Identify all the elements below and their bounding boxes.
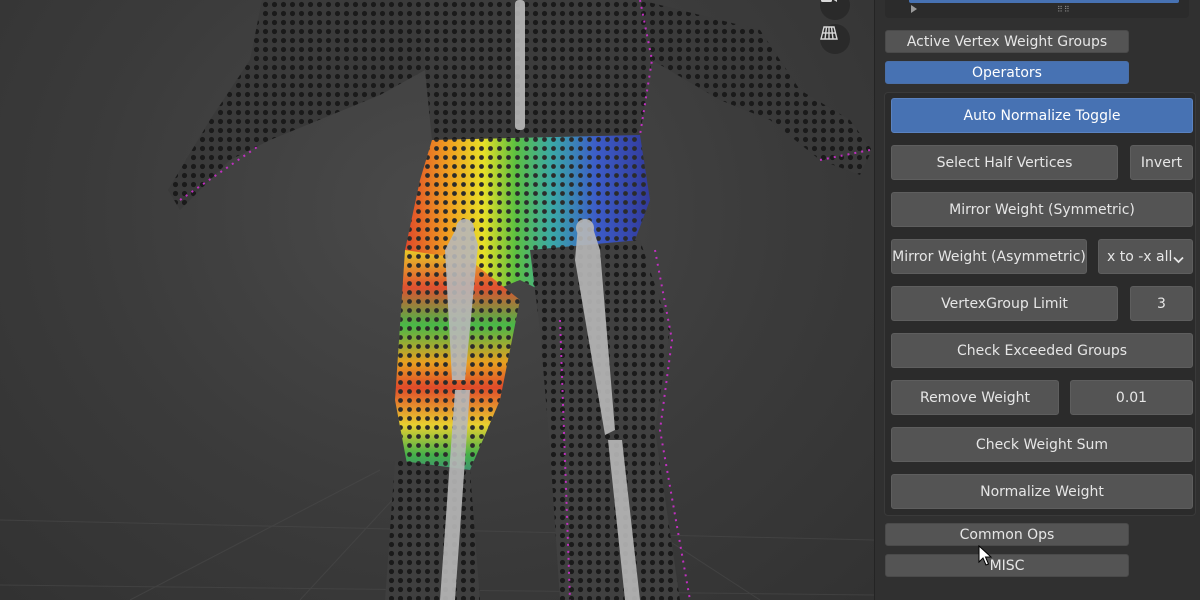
mirror-weight-symmetric-button[interactable]: Mirror Weight (Symmetric) — [891, 192, 1193, 227]
chevron-down-icon — [1173, 252, 1184, 268]
misc-button[interactable]: MISC — [885, 554, 1129, 577]
blender-window: ⠿⠿ Active Vertex Weight Groups Operators… — [0, 0, 1200, 600]
weight-paint-model — [0, 0, 874, 600]
common-ops-button[interactable]: Common Ops — [885, 523, 1129, 546]
check-exceeded-groups-button[interactable]: Check Exceeded Groups — [891, 333, 1193, 368]
vertexgroup-limit-field[interactable]: 3 — [1130, 286, 1193, 321]
mirror-direction-value: x to -x all — [1107, 248, 1173, 265]
perspective-toggle-button[interactable] — [820, 24, 850, 54]
remove-weight-threshold-field[interactable]: 0.01 — [1070, 380, 1193, 415]
mouse-cursor-icon — [978, 544, 993, 571]
drag-grip-icon[interactable]: ⠿⠿ — [1057, 6, 1071, 14]
auto-normalize-toggle-button[interactable]: Auto Normalize Toggle — [891, 98, 1193, 133]
normalize-weight-button[interactable]: Normalize Weight — [891, 474, 1193, 509]
operators-panel: Auto Normalize Toggle Select Half Vertic… — [884, 92, 1196, 516]
check-weight-sum-button[interactable]: Check Weight Sum — [891, 427, 1193, 462]
3d-viewport[interactable] — [0, 0, 874, 600]
mirror-direction-dropdown[interactable]: x to -x all — [1098, 239, 1193, 274]
vertexgroup-limit-button[interactable]: VertexGroup Limit — [891, 286, 1118, 321]
expand-triangle-icon[interactable] — [911, 5, 917, 13]
select-half-vertices-button[interactable]: Select Half Vertices — [891, 145, 1118, 180]
collapsed-panel-header[interactable]: ⠿⠿ — [885, 0, 1189, 18]
mirror-weight-asymmetric-button[interactable]: Mirror Weight (Asymmetric) — [891, 239, 1087, 274]
active-vertex-weight-groups-button[interactable]: Active Vertex Weight Groups — [885, 30, 1129, 53]
remove-weight-button[interactable]: Remove Weight — [891, 380, 1059, 415]
active-item-highlight — [909, 0, 1179, 3]
invert-button[interactable]: Invert — [1130, 145, 1193, 180]
operators-button[interactable]: Operators — [885, 61, 1129, 84]
n-panel-sidebar: ⠿⠿ Active Vertex Weight Groups Operators… — [874, 0, 1200, 600]
